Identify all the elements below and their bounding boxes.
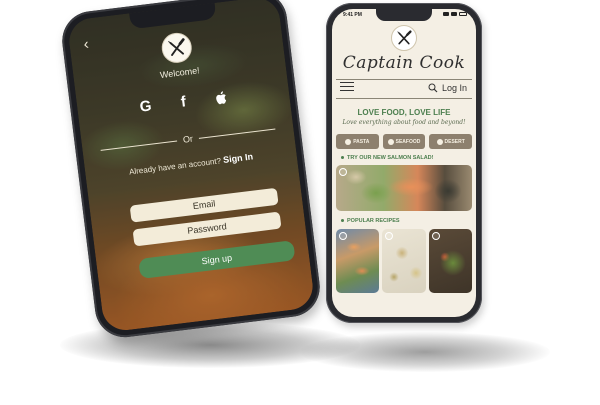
google-icon[interactable]: G: [136, 97, 156, 117]
recipe-card[interactable]: [336, 229, 380, 293]
home-screen: 9:41 PM Captain Cook Log In LOVE FOOD, L: [332, 9, 476, 317]
home-phone: 9:41 PM Captain Cook Log In LOVE FOOD, L: [326, 3, 482, 323]
category-seafood-button[interactable]: SEAFOOD: [382, 134, 426, 149]
back-chevron-icon[interactable]: ‹: [83, 36, 90, 53]
category-pasta-button[interactable]: PASTA: [336, 134, 379, 149]
recipe-card[interactable]: [382, 229, 426, 293]
fish-icon: [387, 138, 394, 145]
sign-in-link[interactable]: Sign In: [223, 151, 254, 165]
popular-section-title: POPULAR RECIPES: [341, 218, 400, 224]
search-icon[interactable]: [428, 83, 438, 93]
battery-icon: [459, 12, 467, 16]
dessert-icon: [436, 138, 443, 145]
category-desert-button[interactable]: DESERT: [429, 134, 473, 149]
featured-title-text: TRY OUR NEW SALMON SALAD!: [347, 155, 434, 161]
category-label: DESERT: [444, 138, 465, 145]
login-phone: ‹ Welcome! G f Or Already have an accoun…: [58, 0, 324, 341]
category-label: SEAFOOD: [395, 138, 421, 145]
signal-icon: [443, 12, 449, 16]
or-divider: Or: [100, 123, 276, 154]
status-icons: [443, 12, 467, 16]
divider-line: [198, 127, 276, 139]
fork-knife-icon: [391, 25, 417, 51]
featured-section-title: TRY OUR NEW SALMON SALAD!: [341, 155, 433, 161]
heart-icon[interactable]: [431, 232, 440, 240]
status-time: 9:41 PM: [343, 12, 362, 18]
divider: [336, 79, 472, 80]
featured-recipe-image[interactable]: [336, 165, 472, 211]
heart-icon[interactable]: [339, 168, 347, 176]
heart-icon[interactable]: [385, 232, 394, 240]
category-label: PASTA: [353, 138, 370, 145]
heart-icon[interactable]: [339, 232, 347, 240]
divider: [336, 98, 472, 99]
facebook-icon[interactable]: f: [173, 92, 193, 112]
brand-title: Captain Cook: [342, 53, 466, 73]
category-row: PASTA SEAFOOD DESERT: [336, 134, 473, 149]
account-prompt: Already have an account?: [128, 156, 222, 177]
log-in-link[interactable]: Log In: [442, 83, 467, 93]
phone-shadow: [300, 332, 550, 372]
popular-recipes-row: [336, 229, 472, 293]
apple-icon[interactable]: [211, 88, 231, 108]
pasta-icon: [345, 138, 352, 145]
or-text: Or: [182, 133, 194, 145]
fork-knife-icon: [160, 31, 194, 65]
sign-up-button[interactable]: Sign up: [138, 240, 296, 279]
phone-notch: [376, 9, 432, 21]
sub-tagline: Love everything about food and beyond!: [342, 119, 466, 126]
login-screen: ‹ Welcome! G f Or Already have an accoun…: [66, 0, 316, 333]
social-login-row: G f: [77, 81, 290, 125]
popular-title-text: POPULAR RECIPES: [347, 218, 400, 224]
hamburger-menu-icon[interactable]: [340, 82, 354, 94]
recipe-card[interactable]: [428, 229, 472, 293]
tagline: LOVE FOOD, LOVE LIFE: [357, 108, 451, 117]
wifi-icon: [451, 12, 457, 16]
divider-line: [100, 140, 178, 151]
